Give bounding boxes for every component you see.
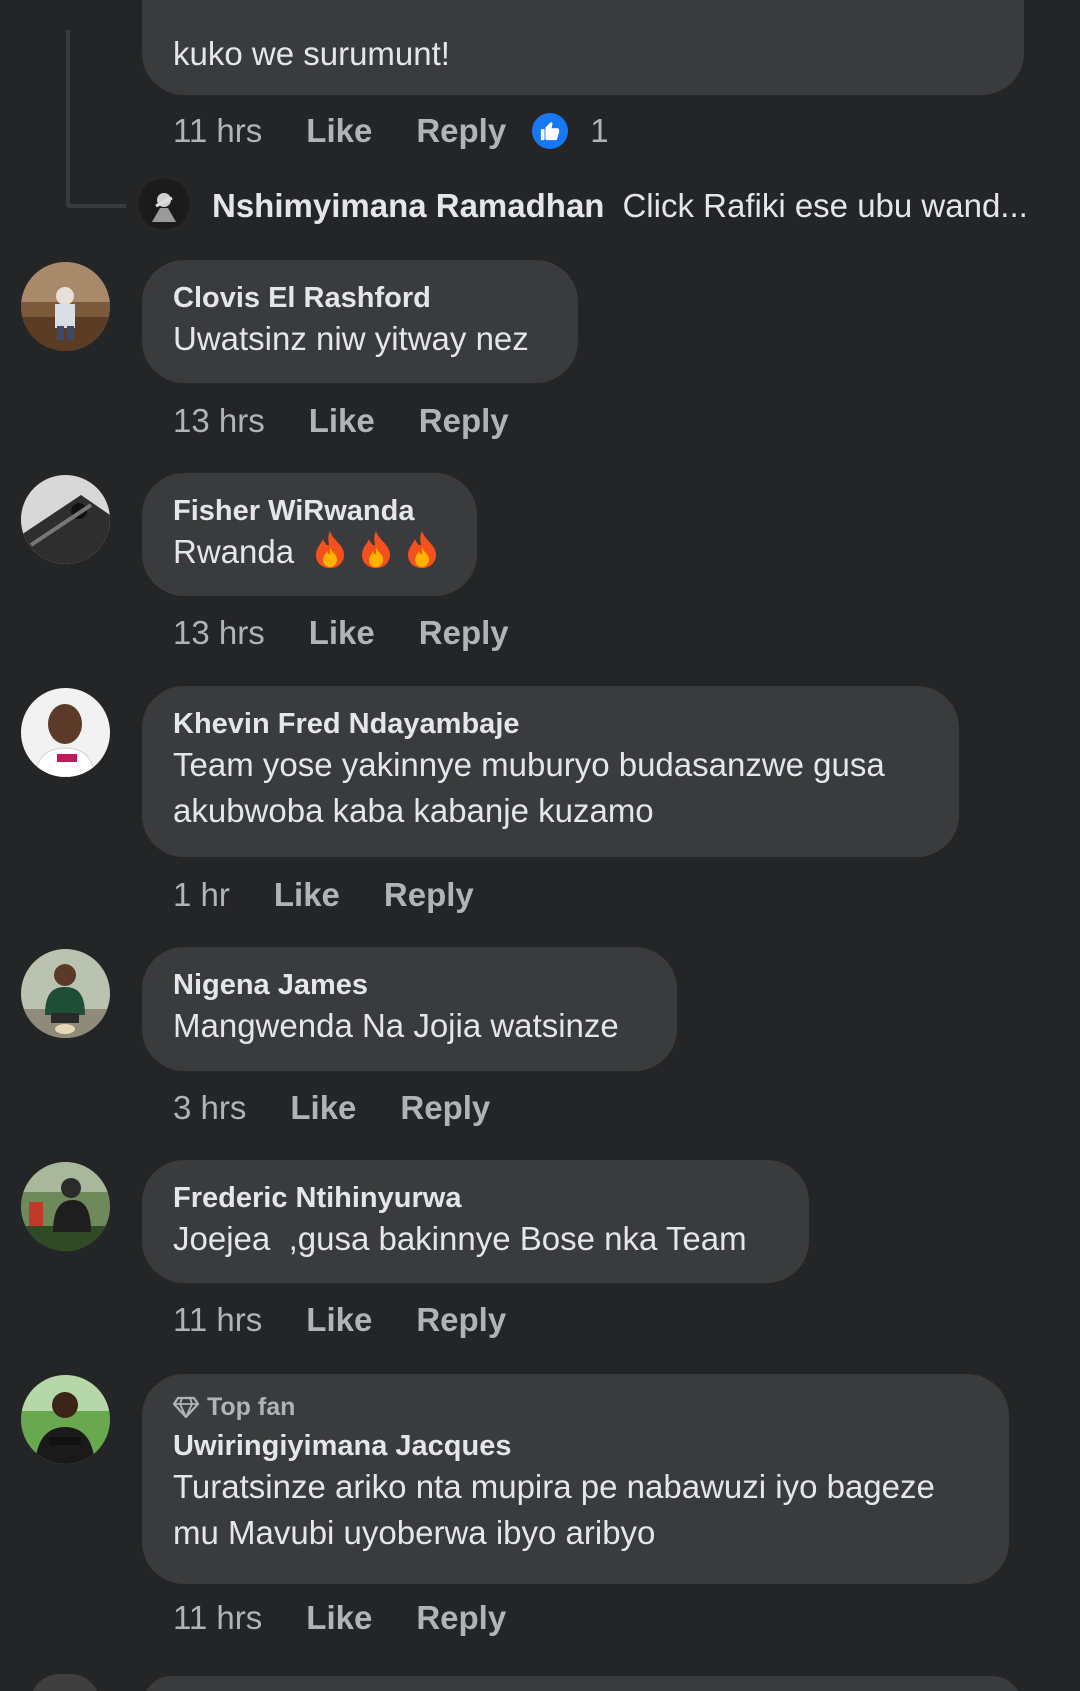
comment-actions: 3 hrs Like Reply [173,1086,534,1130]
comment-text: Uwatsinz niw yitway nez [173,320,529,357]
reply-author[interactable]: Nshimyimana Ramadhan [212,188,604,224]
fire-icon [362,531,391,568]
comment-actions: 11 hrs Like Reply 1 [173,109,609,153]
reply-button[interactable]: Reply [384,876,474,914]
comment-bubble: Khevin Fred Ndayambaje Team yose yakinny… [142,686,959,857]
comment-actions: 1 hr Like Reply [173,873,518,917]
comment-bubble [142,1676,1022,1691]
reply-button[interactable]: Reply [400,1089,490,1127]
like-button[interactable]: Like [309,402,375,440]
like-button[interactable]: Like [306,1599,372,1637]
comment-text-line: mu Mavubi uyoberwa ibyo aribyo [173,1514,656,1551]
comment-bubble: Top fan Uwiringiyimana Jacques Turatsinz… [142,1374,1009,1584]
comment-text-line: akubwoba kaba kabanje kuzamo [173,792,654,829]
comment-time[interactable]: 1 hr [173,876,230,914]
comment-text: Mangwenda Na Jojia watsinze [173,1007,619,1044]
comment-author[interactable]: Khevin Fred Ndayambaje [173,706,927,742]
comment-actions: 13 hrs Like Reply [173,399,553,443]
avatar[interactable] [21,262,110,351]
reply-button[interactable]: Reply [419,614,509,652]
reply-preview[interactable]: Nshimyimana Ramadhan Click Rafiki ese ub… [212,183,1052,229]
avatar[interactable] [21,688,110,777]
comment-author[interactable]: Nigena James [173,967,645,1003]
comment-text: kuko we surumunt! [173,35,450,72]
comment-author[interactable]: Fisher WiRwanda [173,493,445,529]
avatar [30,1674,100,1691]
top-fan-badge: Top fan [173,1392,977,1422]
comment-text-line: Turatsinze ariko nta mupira pe nabawuzi … [173,1468,935,1505]
comments-feed: kuko we surumunt! 11 hrs Like Reply 1 Ns… [0,0,1080,1691]
thumbs-up-icon[interactable] [532,113,569,149]
diamond-icon [173,1396,199,1418]
reply-button[interactable]: Reply [416,1599,506,1637]
reaction-count[interactable]: 1 [590,112,608,150]
comment-bubble: Clovis El Rashford Uwatsinz niw yitway n… [142,260,578,383]
like-button[interactable]: Like [274,876,340,914]
comment-text-line: Team yose yakinnye muburyo budasanzwe gu… [173,746,885,783]
comment-time[interactable]: 13 hrs [173,402,265,440]
comment-time[interactable]: 11 hrs [173,1301,262,1339]
comment-actions: 11 hrs Like Reply [173,1298,550,1342]
comment-bubble: Nigena James Mangwenda Na Jojia watsinze [142,947,677,1071]
like-button[interactable]: Like [306,1301,372,1339]
avatar[interactable] [138,178,190,230]
comment-text-row: Rwanda [173,529,445,575]
reply-button[interactable]: Reply [416,1301,506,1339]
thread-connector-line [66,30,126,208]
comment-bubble: Frederic Ntihinyurwa Joejea ,gusa bakinn… [142,1160,809,1283]
comment-actions: 11 hrs Like Reply [173,1596,550,1640]
avatar[interactable] [21,1375,110,1464]
comment-author[interactable]: Clovis El Rashford [173,280,546,316]
like-button[interactable]: Like [306,112,372,150]
avatar[interactable] [21,949,110,1038]
reply-button[interactable]: Reply [416,112,506,150]
comment-actions: 13 hrs Like Reply [173,611,553,655]
like-button[interactable]: Like [309,614,375,652]
badge-label: Top fan [207,1393,296,1421]
reply-bubble: kuko we surumunt! [142,0,1024,95]
comment-time[interactable]: 3 hrs [173,1089,246,1127]
reply-preview-text: Click Rafiki ese ubu wand... [622,187,1028,224]
comment-author[interactable]: Frederic Ntihinyurwa [173,1180,777,1216]
comment-text: Joejea ,gusa bakinnye Bose nka Team [173,1220,747,1257]
comment-text: Rwanda [173,533,295,570]
comment-time[interactable]: 11 hrs [173,1599,262,1637]
comment-time[interactable]: 13 hrs [173,614,265,652]
comment-bubble: Fisher WiRwanda Rwanda [142,473,477,596]
like-button[interactable]: Like [290,1089,356,1127]
reply-button[interactable]: Reply [419,402,509,440]
avatar[interactable] [21,475,110,564]
comment-time[interactable]: 11 hrs [173,112,262,150]
next-comment-peek [0,1670,1080,1691]
comment-author[interactable]: Uwiringiyimana Jacques [173,1428,977,1464]
fire-icon [408,531,437,568]
avatar[interactable] [21,1162,110,1251]
fire-icon [316,531,345,568]
